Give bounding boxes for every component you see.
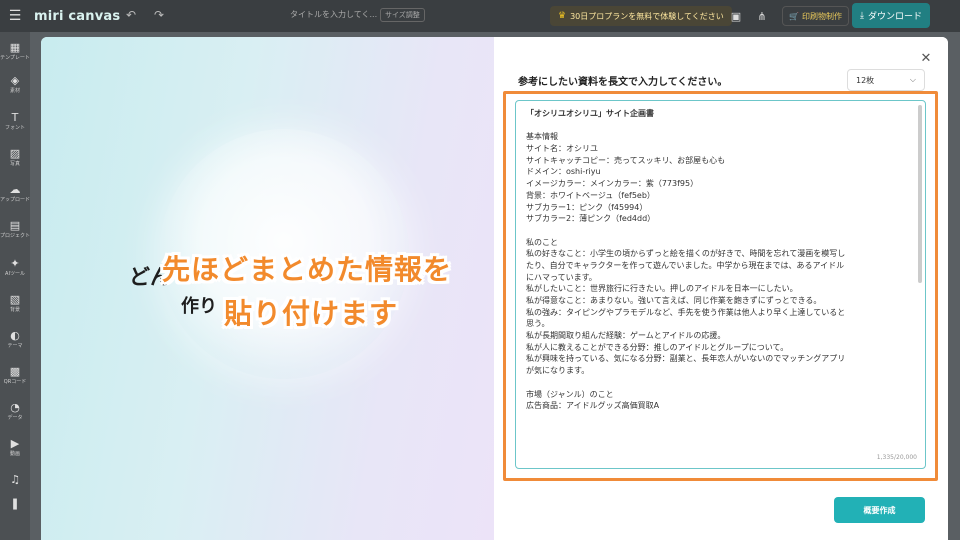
download-icon: ⤓ (860, 10, 864, 21)
sidebar-item-upload[interactable]: ☁ アップロード (0, 184, 30, 204)
slide-count-value: 12枚 (856, 75, 875, 85)
caption-line2: 貼り付けます (224, 297, 399, 330)
music-icon: ♫ (10, 473, 20, 486)
background-icon: ▧ (9, 293, 21, 306)
resize-button[interactable]: サイズ調整 (380, 8, 425, 22)
crown-icon: ♛ (558, 11, 567, 21)
left-sidebar: ▦ テンプレート ◈ 素材 T フォント ▨ 写真 ☁ アップロード ▤ プロジェクト ✦ A… (0, 32, 30, 540)
menu-icon[interactable]: ☰ (0, 0, 30, 32)
sidebar-item-data[interactable]: ◔ データ (0, 402, 30, 422)
print-order-label: 印刷物制作 (801, 11, 842, 21)
data-icon: ◔ (10, 401, 20, 414)
sidebar-item-theme[interactable]: ◐ テーマ (0, 330, 30, 350)
text-icon: T (11, 111, 19, 124)
qr-icon: ▩ (9, 365, 21, 378)
save-icon[interactable]: ▣ (726, 6, 746, 26)
sidebar-item-project[interactable]: ▤ プロジェクト (0, 220, 30, 240)
print-order-button[interactable]: 🛒 印刷物制作 (782, 6, 849, 26)
undo-icon[interactable]: ↶ (126, 8, 136, 22)
elements-icon: ◈ (10, 74, 20, 87)
caption-line1: 先ほどまとめた情報を (162, 253, 453, 286)
create-outline-button[interactable]: 概要作成 (834, 497, 925, 523)
pro-trial-label: 30日プロプランを無料で体験してください (570, 11, 724, 21)
project-icon: ▤ (9, 219, 21, 232)
sidebar-item-music[interactable]: ♫ (0, 474, 30, 486)
download-button[interactable]: ⤓ ダウンロード (852, 3, 930, 28)
sidebar-item-photo[interactable]: ▨ 写真 (0, 148, 30, 168)
title-input[interactable]: タイトルを入力してく... (290, 9, 377, 20)
video-icon: ▶ (10, 437, 20, 450)
photo-icon: ▨ (9, 147, 21, 160)
share-icon[interactable]: ⋔ (752, 6, 772, 26)
slide-count-select[interactable]: 12枚 ⌵ (847, 69, 925, 91)
prompt-label: 参考にしたい資料を長文で入力してください。 (518, 77, 728, 88)
sidebar-item-video[interactable]: ▶ 動画 (0, 438, 30, 458)
download-label: ダウンロード (867, 12, 922, 22)
upload-icon: ☁ (9, 183, 21, 196)
theme-icon: ◐ (10, 329, 20, 342)
template-icon: ▦ (9, 41, 21, 54)
ai-tool-icon: ✦ (10, 257, 20, 270)
sidebar-item-qr[interactable]: ▩ QRコード (0, 366, 30, 386)
app-logo[interactable]: miri canvas (34, 9, 120, 24)
book-icon: ❚ (10, 497, 20, 510)
chevron-down-icon: ⌵ (909, 75, 916, 84)
sidebar-item-template[interactable]: ▦ テンプレート (0, 42, 30, 62)
top-bar: ☰ miri canvas ↶ ↷ タイトルを入力してく... サイズ調整 ♛ … (0, 0, 960, 32)
pro-trial-button[interactable]: ♛ 30日プロプランを無料で体験してください (550, 6, 732, 26)
cart-icon: 🛒 (789, 11, 799, 21)
close-icon[interactable]: ✕ (918, 50, 934, 66)
sidebar-item-book[interactable]: ❚ (0, 498, 30, 510)
highlight-box (503, 91, 938, 481)
hero-heading-line2: 作り (181, 296, 217, 317)
redo-icon[interactable]: ↷ (154, 8, 164, 22)
hero-panel: どん 作り (41, 37, 494, 540)
sidebar-item-background[interactable]: ▧ 背景 (0, 294, 30, 314)
sidebar-item-elements[interactable]: ◈ 素材 (0, 75, 30, 95)
sidebar-item-text[interactable]: T フォント (0, 112, 30, 132)
sidebar-item-ai-tool[interactable]: ✦ AIツール (0, 258, 30, 278)
